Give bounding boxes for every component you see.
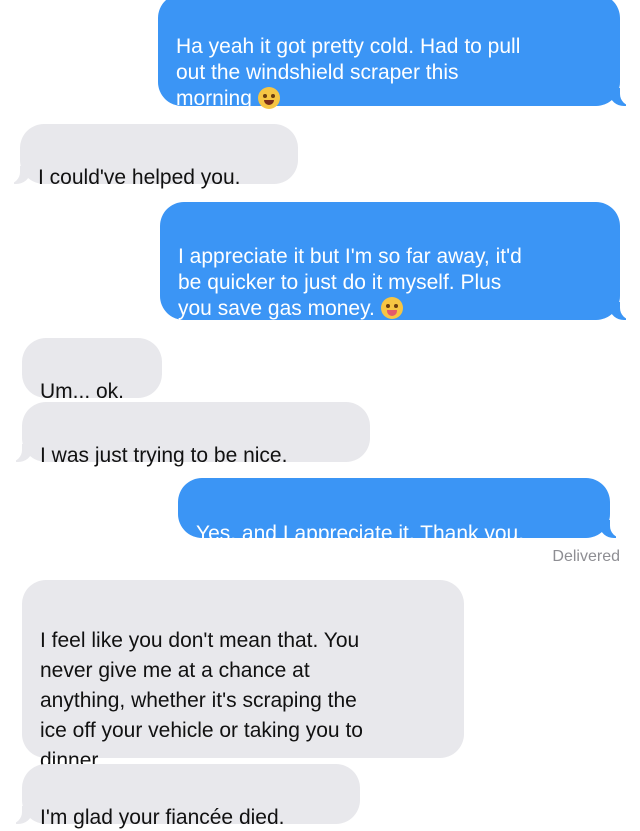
received-message-bubble[interactable]: I was just trying to be nice. [8,402,370,467]
message-text: I appreciate it but I'm so far away, it'… [178,245,522,320]
sent-message-bubble[interactable]: Ha yeah it got pretty cold. Had to pull … [158,0,634,110]
message-text: I could've helped you. [38,166,241,189]
tired-face-icon [257,87,280,109]
message-text: Um... ok. [40,380,125,403]
received-message-bubble[interactable]: Um... ok. [22,338,162,403]
received-message-bubble[interactable]: I'm glad your fiancée died. [8,764,360,829]
message-text: I was just trying to be nice. [40,444,288,467]
delivered-status: Delivered [552,548,620,565]
message-text: Yes, and I appreciate it. Thank you. [196,522,525,545]
sent-message-bubble[interactable]: I appreciate it but I'm so far away, it'… [160,202,634,320]
message-text: Ha yeah it got pretty cold. Had to pull … [176,35,521,110]
received-message-bubble[interactable]: I could've helped you. [6,124,298,189]
message-thread: Ha yeah it got pretty cold. Had to pull … [0,0,640,829]
sent-message-bubble[interactable]: Yes, and I appreciate it. Thank you. [178,478,624,545]
message-text: I'm glad your fiancée died. [40,806,285,829]
tongue-face-icon [380,297,403,319]
received-message-bubble[interactable]: I feel like you don't mean that. You nev… [22,580,464,772]
message-text: I feel like you don't mean that. You nev… [40,629,363,772]
